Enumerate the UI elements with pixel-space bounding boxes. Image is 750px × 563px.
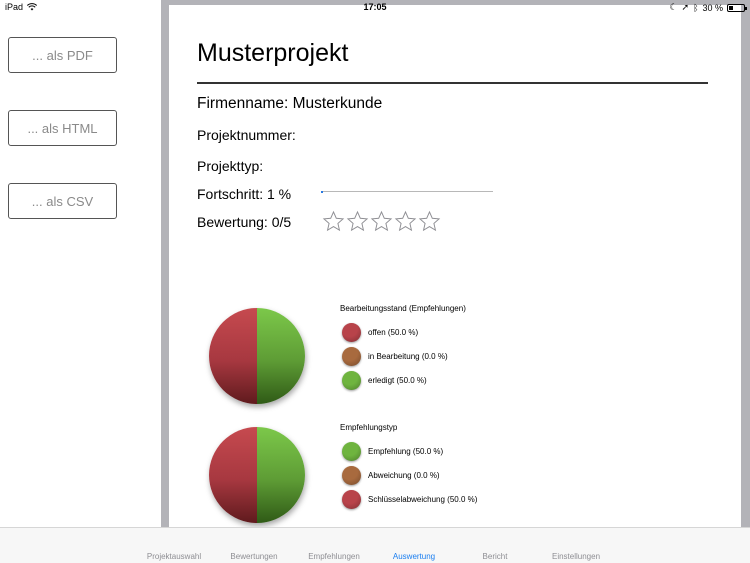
progress-label: Fortschritt: 1 % — [197, 186, 292, 202]
type-pie-chart — [209, 427, 305, 523]
battery-percent: 30 % — [702, 2, 723, 13]
legend-item: erledigt (50.0 %) — [342, 371, 427, 390]
rating-label: Bewertung: 0/5 — [197, 214, 292, 230]
legend-dot — [342, 466, 361, 485]
legend-item: in Bearbeitung (0.0 %) — [342, 347, 448, 366]
report-panel[interactable]: Musterprojekt Firmenname: Musterkunde Pr… — [169, 5, 741, 527]
tab-bericht[interactable]: Bericht — [483, 552, 508, 561]
pie-slice-recommendation — [257, 427, 305, 523]
legend-item: Abweichung (0.0 %) — [342, 466, 440, 485]
battery-icon — [727, 3, 747, 12]
status-time: 17:05 — [363, 2, 387, 12]
rating-stars[interactable] — [322, 210, 441, 233]
legend-label: offen (50.0 %) — [368, 328, 419, 337]
tab-einstellungen[interactable]: Einstellungen — [552, 552, 600, 561]
status-right: ☾ ➚ ᛒ 30 % — [669, 2, 747, 13]
export-csv-button[interactable]: ... als CSV — [8, 183, 117, 219]
title-divider — [197, 82, 708, 84]
legend-item: Schlüsselabweichung (50.0 %) — [342, 490, 477, 509]
star-icon[interactable] — [346, 210, 369, 233]
tab-auswertung[interactable]: Auswertung — [393, 552, 435, 561]
status-bar: iPad 17:05 ☾ ➚ ᛒ 30 % — [0, 0, 750, 14]
legend-item: Empfehlung (50.0 %) — [342, 442, 443, 461]
export-pane: ... als PDF ... als HTML ... als CSV — [0, 0, 161, 527]
legend-label: erledigt (50.0 %) — [368, 376, 427, 385]
pie-slice-key-deviation — [209, 427, 257, 523]
project-title: Musterprojekt — [197, 39, 349, 67]
legend-label: in Bearbeitung (0.0 %) — [368, 352, 448, 361]
star-icon[interactable] — [394, 210, 417, 233]
tab-projektauswahl[interactable]: Projektauswahl — [147, 552, 201, 561]
export-html-button[interactable]: ... als HTML — [8, 110, 117, 146]
tab-bar: Projektauswahl Bewertungen Empfehlungen … — [0, 527, 750, 563]
location-icon: ➚ — [681, 2, 690, 12]
tab-empfehlungen[interactable]: Empfehlungen — [308, 552, 360, 561]
status-pie-chart — [209, 308, 305, 404]
type-chart-title: Empfehlungstyp — [340, 423, 398, 432]
project-number: Projektnummer: — [197, 127, 296, 143]
project-type: Projekttyp: — [197, 158, 264, 174]
legend-dot — [342, 323, 361, 342]
legend-dot — [342, 347, 361, 366]
pie-slice-done — [257, 308, 305, 404]
legend-label: Empfehlung (50.0 %) — [368, 447, 444, 456]
company-name: Firmenname: Musterkunde — [197, 95, 383, 112]
star-icon[interactable] — [370, 210, 393, 233]
tab-bewertungen[interactable]: Bewertungen — [230, 552, 277, 561]
legend-label: Schlüsselabweichung (50.0 %) — [368, 495, 478, 504]
legend-label: Abweichung (0.0 %) — [368, 471, 440, 480]
star-icon[interactable] — [418, 210, 441, 233]
legend-dot — [342, 371, 361, 390]
progress-fill — [321, 190, 323, 193]
legend-dot — [342, 490, 361, 509]
progress-bar — [321, 190, 493, 193]
status-chart-title: Bearbeitungsstand (Empfehlungen) — [340, 304, 466, 313]
legend-item: offen (50.0 %) — [342, 323, 418, 342]
battery-fill — [729, 5, 734, 10]
pie-slice-open — [209, 308, 257, 404]
star-icon[interactable] — [322, 210, 345, 233]
bluetooth-icon: ᛒ — [693, 2, 699, 13]
legend-dot — [342, 442, 361, 461]
export-pdf-button[interactable]: ... als PDF — [8, 37, 117, 73]
moon-icon: ☾ — [669, 2, 678, 12]
